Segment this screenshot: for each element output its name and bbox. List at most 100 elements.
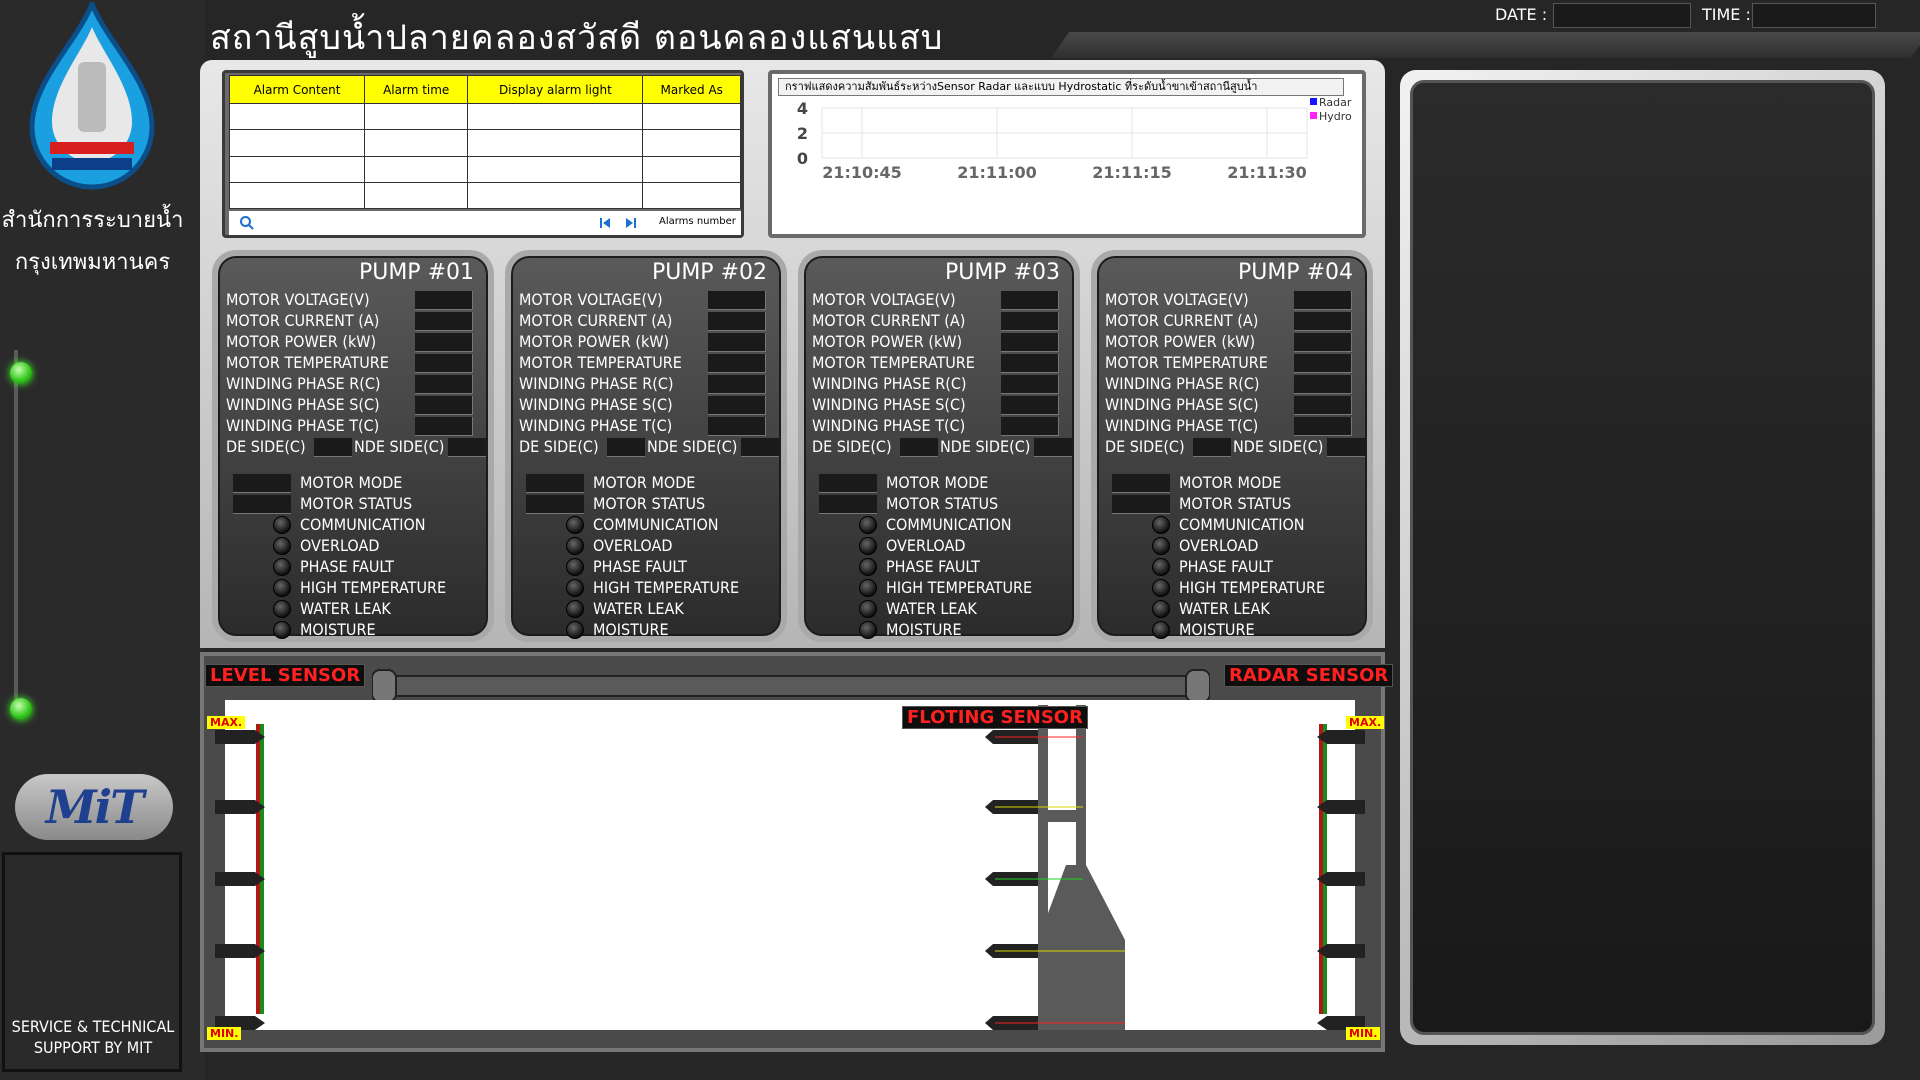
nde-side-label: NDE SIDE(C) [354, 437, 445, 456]
status-indicator-communication [566, 516, 584, 534]
sensor-diagram-svg [215, 700, 1365, 1030]
last-page-icon[interactable] [625, 217, 637, 229]
param-value-winding_t [708, 417, 766, 436]
status-label-water_leak: WATER LEAK [300, 599, 391, 618]
motor-mode-label: MOTOR MODE [886, 473, 989, 492]
first-page-icon[interactable] [599, 217, 611, 229]
sidebar-frame-line [14, 350, 204, 710]
param-label-power: MOTOR POWER (kW) [812, 332, 963, 351]
status-led-green [10, 698, 32, 720]
status-indicator-overload [273, 537, 291, 555]
motor-status-value [1112, 495, 1170, 514]
status-indicator-communication [1152, 516, 1170, 534]
agency-name-line2: กรุงเทพมหานคร [14, 250, 171, 275]
date-label: DATE : [1495, 5, 1548, 24]
motor-status-value [819, 495, 877, 514]
status-label-phase_fault: PHASE FAULT [886, 557, 980, 576]
x-tick-label: 21:11:15 [1092, 163, 1172, 182]
table-row[interactable] [228, 155, 741, 183]
chart-title: กราฟแสดงความสัมพันธ์ระหว่างSensor Radar … [778, 78, 1344, 96]
alarm-count-label: Alarms number [659, 216, 736, 227]
status-label-moisture: MOISTURE [300, 620, 376, 639]
param-label-winding_t: WINDING PHASE T(C) [812, 416, 966, 435]
motor-status-label: MOTOR STATUS [593, 494, 706, 513]
status-label-overload: OVERLOAD [886, 536, 966, 555]
motor-status-label: MOTOR STATUS [300, 494, 413, 513]
status-indicator-communication [859, 516, 877, 534]
alarm-col-light[interactable]: Display alarm light [467, 75, 644, 104]
param-label-winding_s: WINDING PHASE S(C) [226, 395, 380, 414]
status-indicator-high_temperature [859, 579, 877, 597]
param-label-winding_r: WINDING PHASE R(C) [812, 374, 967, 393]
param-value-temperature [1294, 354, 1352, 373]
status-indicator-water_leak [566, 600, 584, 618]
status-indicator-high_temperature [273, 579, 291, 597]
status-indicator-communication [273, 516, 291, 534]
param-value-winding_s [708, 396, 766, 415]
alarm-col-content[interactable]: Alarm Content [228, 75, 366, 104]
motor-mode-label: MOTOR MODE [593, 473, 696, 492]
de-side-value [314, 438, 352, 457]
status-label-communication: COMMUNICATION [886, 515, 1012, 534]
de-side-label: DE SIDE(C) [519, 437, 599, 456]
right-display-screen [1410, 80, 1875, 1035]
de-side-label: DE SIDE(C) [812, 437, 892, 456]
nde-side-label: NDE SIDE(C) [940, 437, 1031, 456]
table-row[interactable] [228, 129, 741, 157]
status-label-water_leak: WATER LEAK [886, 599, 977, 618]
status-indicator-phase_fault [566, 558, 584, 576]
param-value-current [415, 312, 473, 331]
right-min-label: MIN. [1346, 1027, 1381, 1040]
search-icon[interactable] [239, 215, 255, 231]
param-value-current [1294, 312, 1352, 331]
param-label-voltage: MOTOR VOLTAGE(V) [226, 290, 370, 309]
alarm-table: Alarm Content Alarm time Display alarm l… [228, 75, 741, 210]
param-value-temperature [1001, 354, 1059, 373]
param-value-winding_r [415, 375, 473, 394]
date-field [1553, 3, 1691, 28]
support-text: SERVICE & TECHNICAL SUPPORT BY MIT [0, 1016, 186, 1058]
param-value-winding_r [708, 375, 766, 394]
param-value-voltage [415, 291, 473, 310]
status-indicator-phase_fault [273, 558, 291, 576]
nde-side-value [448, 438, 486, 457]
param-value-voltage [708, 291, 766, 310]
nde-side-label: NDE SIDE(C) [1233, 437, 1324, 456]
param-value-current [708, 312, 766, 331]
param-value-winding_t [415, 417, 473, 436]
time-label: TIME : [1702, 5, 1751, 24]
support-line1: SERVICE & TECHNICAL [11, 1017, 175, 1036]
param-value-power [708, 333, 766, 352]
x-tick-label: 21:11:00 [957, 163, 1037, 182]
pump-card-4: PUMP #04 MOTOR VOLTAGE(V) MOTOR CURRENT (A… [1091, 250, 1373, 642]
status-indicator-moisture [566, 621, 584, 639]
pump-title: PUMP #02 [651, 260, 767, 285]
param-value-winding_s [1001, 396, 1059, 415]
status-label-overload: OVERLOAD [593, 536, 673, 555]
status-led-green [10, 362, 32, 384]
y-tick-label: 2 [797, 124, 808, 143]
status-indicator-overload [566, 537, 584, 555]
status-label-overload: OVERLOAD [300, 536, 380, 555]
param-label-winding_t: WINDING PHASE T(C) [1105, 416, 1259, 435]
table-row[interactable] [228, 102, 741, 131]
status-label-high_temperature: HIGH TEMPERATURE [593, 578, 740, 597]
status-indicator-water_leak [859, 600, 877, 618]
param-label-power: MOTOR POWER (kW) [1105, 332, 1256, 351]
param-label-winding_r: WINDING PHASE R(C) [519, 374, 674, 393]
param-value-winding_r [1001, 375, 1059, 394]
motor-mode-value [233, 474, 291, 493]
status-label-communication: COMMUNICATION [1179, 515, 1305, 534]
param-value-winding_s [1294, 396, 1352, 415]
param-label-current: MOTOR CURRENT (A) [226, 311, 380, 330]
param-label-current: MOTOR CURRENT (A) [812, 311, 966, 330]
alarm-col-time[interactable]: Alarm time [364, 75, 469, 104]
de-side-value [900, 438, 938, 457]
param-label-temperature: MOTOR TEMPERATURE [812, 353, 975, 372]
motor-status-label: MOTOR STATUS [1179, 494, 1292, 513]
alarm-col-marked[interactable]: Marked As [642, 75, 741, 104]
table-row[interactable] [228, 181, 741, 210]
time-field [1752, 3, 1876, 28]
param-value-voltage [1294, 291, 1352, 310]
status-indicator-overload [859, 537, 877, 555]
